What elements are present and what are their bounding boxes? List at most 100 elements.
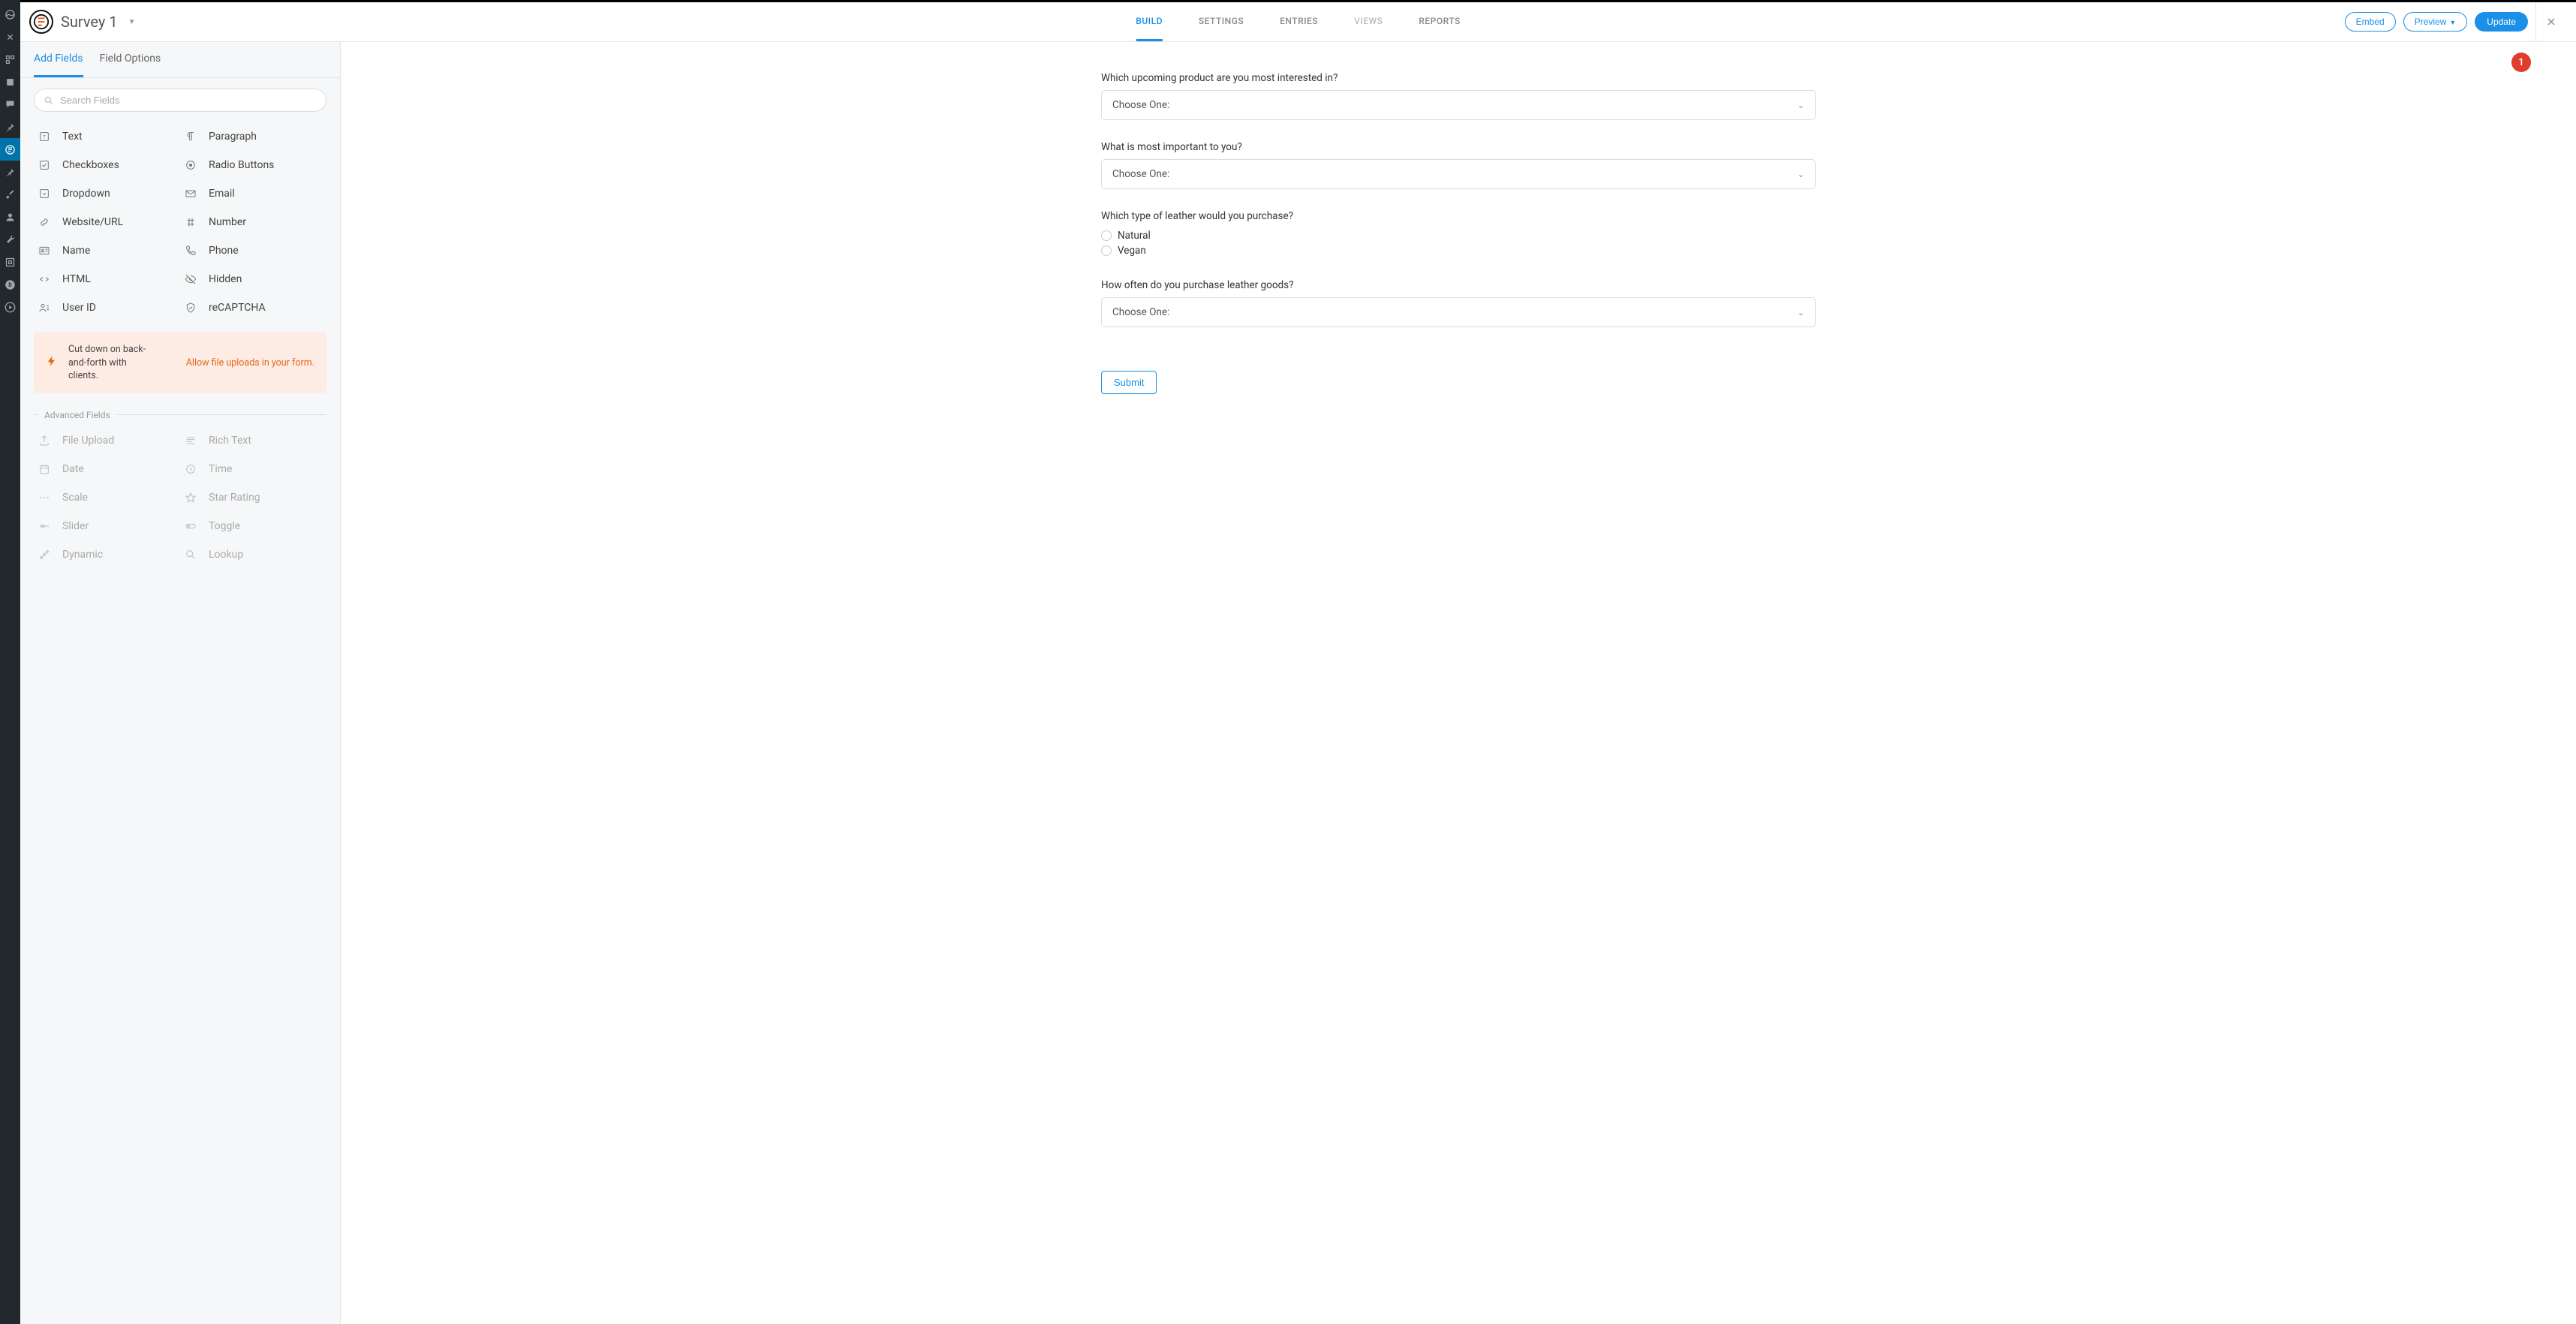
field-star[interactable]: Star Rating (180, 483, 327, 512)
field-checkbox[interactable]: Checkboxes (34, 151, 180, 179)
field-richtext[interactable]: Rich Text (180, 426, 327, 455)
field-dynamic[interactable]: Dynamic (34, 540, 180, 569)
richtext-icon (183, 435, 198, 447)
field-phone[interactable]: Phone (180, 236, 327, 265)
vnav-pin[interactable] (0, 116, 20, 138)
number-icon (183, 216, 198, 228)
promo-text: Cut down on back-and-forth with clients. (68, 343, 151, 383)
field-dropdown[interactable]: Dropdown (34, 179, 180, 208)
q3-opt1-label: Natural (1118, 230, 1151, 242)
notification-badge[interactable]: 1 (2511, 53, 2531, 72)
field-label: Toggle (209, 520, 240, 532)
field-label: Paragraph (209, 131, 257, 143)
q1-label: Which upcoming product are you most inte… (1101, 72, 1816, 84)
field-radio[interactable]: Radio Buttons (180, 151, 327, 179)
standard-fields-grid: T Text Paragraph CheckboxesRadio Buttons Dro… (20, 116, 340, 322)
field-slider[interactable]: Slider (34, 512, 180, 540)
promo-link[interactable]: Allow file uploads in your form. (186, 357, 314, 369)
field-date[interactable]: Date (34, 455, 180, 483)
field-text[interactable]: T Text (34, 122, 180, 151)
radio-icon (1101, 230, 1112, 241)
chevron-down-icon: ▼ (2449, 19, 2456, 26)
survey-title: Survey 1 (61, 13, 118, 31)
field-label: Dropdown (62, 188, 110, 200)
lookup-icon (183, 549, 198, 561)
field-number[interactable]: Number (180, 208, 327, 236)
vnav-item-4[interactable] (0, 71, 20, 93)
q2-label: What is most important to you? (1101, 141, 1816, 153)
embed-button[interactable]: Embed (2345, 12, 2396, 32)
tab-entries[interactable]: ENTRIES (1280, 2, 1318, 41)
tab-build[interactable]: BUILD (1136, 2, 1163, 41)
q4-placeholder: Choose One: (1112, 306, 1169, 318)
field-label: Number (209, 216, 246, 228)
upload-icon (37, 435, 52, 447)
vnav-brush[interactable] (0, 183, 20, 206)
field-label: Website/URL (62, 216, 123, 228)
svg-text:D: D (8, 282, 12, 288)
field-scale[interactable]: Scale (34, 483, 180, 512)
vertical-nav: D (0, 0, 20, 1324)
field-label: Text (62, 131, 83, 143)
form-canvas: 1 Which upcoming product are you most in… (341, 42, 2576, 1324)
sidebar-tab-add-fields[interactable]: Add Fields (34, 42, 83, 77)
phone-icon (183, 245, 198, 257)
field-shield[interactable]: reCAPTCHA (180, 293, 327, 322)
vnav-formbuilder[interactable] (0, 138, 20, 161)
tab-views[interactable]: VIEWS (1354, 2, 1383, 41)
field-lookup[interactable]: Lookup (180, 540, 327, 569)
field-hidden[interactable]: Hidden (180, 265, 327, 293)
field-email[interactable]: Email (180, 179, 327, 208)
search-field[interactable] (34, 89, 327, 112)
html-icon (37, 273, 52, 285)
q1-select[interactable]: Choose One:⌄ (1101, 90, 1816, 120)
vnav-dashboard[interactable] (0, 3, 20, 26)
vnav-d[interactable]: D (0, 273, 20, 296)
vnav-comment[interactable] (0, 93, 20, 116)
tab-settings[interactable]: SETTINGS (1199, 2, 1244, 41)
field-link[interactable]: Website/URL (34, 208, 180, 236)
close-button[interactable] (2535, 2, 2565, 42)
vnav-item-3[interactable] (0, 48, 20, 71)
sidebar-tab-field-options[interactable]: Field Options (100, 42, 161, 77)
q3-option-vegan[interactable]: Vegan (1101, 243, 1816, 258)
user-icon (37, 302, 52, 314)
name-icon (37, 245, 52, 257)
search-input[interactable] (60, 95, 317, 106)
field-user[interactable]: User ID (34, 293, 180, 322)
vnav-tool[interactable] (0, 228, 20, 251)
q3-option-natural[interactable]: Natural (1101, 228, 1816, 243)
field-upload[interactable]: File Upload (34, 426, 180, 455)
vnav-user[interactable] (0, 206, 20, 228)
search-icon (44, 95, 54, 106)
field-label: reCAPTCHA (209, 302, 266, 314)
submit-button[interactable]: Submit (1101, 371, 1157, 394)
q3-opt2-label: Vegan (1118, 245, 1146, 257)
svg-text:T: T (43, 134, 46, 140)
field-name[interactable]: Name (34, 236, 180, 265)
field-label: Lookup (209, 549, 243, 561)
field-time[interactable]: Time (180, 455, 327, 483)
field-label: Email (209, 188, 235, 200)
chevron-down-icon: ⌄ (1798, 101, 1804, 110)
vnav-item-2[interactable] (0, 26, 20, 48)
field-label: Phone (209, 245, 239, 257)
radio-icon (183, 159, 198, 171)
q2-select[interactable]: Choose One:⌄ (1101, 159, 1816, 189)
lightning-icon (46, 355, 58, 370)
q4-select[interactable]: Choose One:⌄ (1101, 297, 1816, 327)
field-html[interactable]: HTML (34, 265, 180, 293)
field-toggle[interactable]: Toggle (180, 512, 327, 540)
tab-reports[interactable]: REPORTS (1419, 2, 1460, 41)
vnav-pin2[interactable] (0, 161, 20, 183)
vnav-plugin[interactable] (0, 251, 20, 273)
vnav-play[interactable] (0, 296, 20, 318)
title-dropdown-icon[interactable]: ▼ (128, 18, 136, 26)
chevron-down-icon: ⌄ (1798, 170, 1804, 179)
update-button[interactable]: Update (2475, 12, 2528, 32)
dynamic-icon (37, 549, 52, 561)
field-label: HTML (62, 273, 91, 285)
field-paragraph[interactable]: Paragraph (180, 122, 327, 151)
advanced-fields-grid: File UploadRich TextDateTimeScaleStar Ra… (20, 420, 340, 569)
preview-button[interactable]: Preview▼ (2403, 12, 2468, 32)
